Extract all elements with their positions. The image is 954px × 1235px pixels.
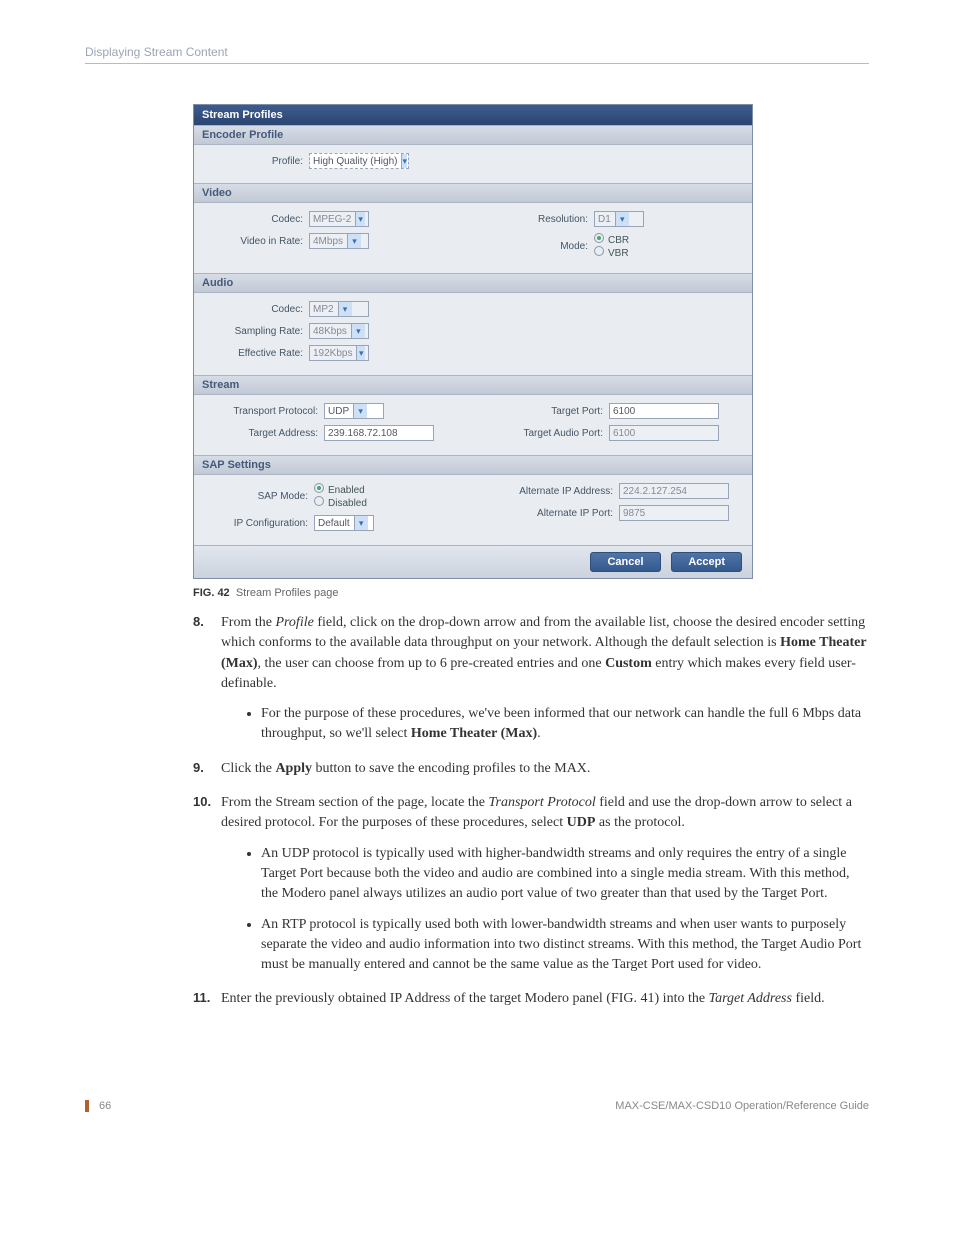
encoder-heading: Encoder Profile xyxy=(194,125,752,145)
chevron-down-icon: ▾ xyxy=(356,346,365,360)
step-8-bullet: For the purpose of these procedures, we'… xyxy=(261,704,869,745)
mode-vbr-radio[interactable] xyxy=(594,246,604,256)
altport-label: Alternate IP Port: xyxy=(493,508,613,519)
altip-input[interactable]: 224.2.127.254 xyxy=(619,483,729,499)
audio-codec-label: Codec: xyxy=(208,304,303,315)
video-rate-select[interactable]: 4Mbps▾ xyxy=(309,233,369,249)
chevron-down-icon: ▾ xyxy=(353,404,367,418)
altip-label: Alternate IP Address: xyxy=(493,486,613,497)
stream-heading: Stream xyxy=(194,375,752,395)
sap-disabled-label: Disabled xyxy=(328,498,367,509)
chevron-down-icon: ▾ xyxy=(401,154,407,168)
video-codec-select[interactable]: MPEG-2▾ xyxy=(309,211,369,227)
effective-select[interactable]: 192Kbps▾ xyxy=(309,345,369,361)
chevron-down-icon: ▾ xyxy=(354,516,368,530)
transport-select[interactable]: UDP▾ xyxy=(324,403,384,419)
targetaudport-label: Target Audio Port: xyxy=(493,428,603,439)
targetaudport-input[interactable]: 6100 xyxy=(609,425,719,441)
stream-profiles-panel: Stream Profiles Encoder Profile Profile:… xyxy=(193,104,753,579)
breadcrumb: Displaying Stream Content xyxy=(85,45,869,59)
sapmode-label: SAP Mode: xyxy=(208,491,308,502)
video-rate-label: Video in Rate: xyxy=(208,236,303,247)
page-number: 66 xyxy=(99,1100,111,1112)
targetport-label: Target Port: xyxy=(493,406,603,417)
sampling-label: Sampling Rate: xyxy=(208,326,303,337)
chevron-down-icon: ▾ xyxy=(338,302,352,316)
panel-buttons: Cancel Accept xyxy=(194,545,752,578)
profile-label: Profile: xyxy=(208,156,303,167)
audio-heading: Audio xyxy=(194,273,752,293)
chevron-down-icon: ▾ xyxy=(355,212,365,226)
ipconfig-label: IP Configuration: xyxy=(208,518,308,529)
cancel-button[interactable]: Cancel xyxy=(590,552,660,572)
ipconfig-select[interactable]: Default▾ xyxy=(314,515,374,531)
effective-label: Effective Rate: xyxy=(208,348,303,359)
step-10: 10. From the Stream section of the page,… xyxy=(193,793,869,975)
step-9: 9. Click the Apply button to save the en… xyxy=(193,759,869,779)
resolution-select[interactable]: D1▾ xyxy=(594,211,644,227)
profile-select[interactable]: High Quality (High)▾ xyxy=(309,153,409,169)
sap-heading: SAP Settings xyxy=(194,455,752,475)
doc-title: MAX-CSE/MAX-CSD10 Operation/Reference Gu… xyxy=(615,1100,869,1112)
targetaddr-input[interactable]: 239.168.72.108 xyxy=(324,425,434,441)
audio-codec-select[interactable]: MP2▾ xyxy=(309,301,369,317)
resolution-label: Resolution: xyxy=(493,214,588,225)
mode-cbr-radio[interactable] xyxy=(594,233,604,243)
sap-disabled-radio[interactable] xyxy=(314,496,324,506)
step-8: 8. From the Profile field, click on the … xyxy=(193,613,869,745)
transport-label: Transport Protocol: xyxy=(208,406,318,417)
sampling-select[interactable]: 48Kbps▾ xyxy=(309,323,369,339)
chevron-down-icon: ▾ xyxy=(615,212,629,226)
mode-cbr-label: CBR xyxy=(608,235,629,246)
step-11: 11. Enter the previously obtained IP Add… xyxy=(193,989,869,1009)
sap-enabled-radio[interactable] xyxy=(314,483,324,493)
sap-enabled-label: Enabled xyxy=(328,485,365,496)
step-10-bullet-1: An UDP protocol is typically used with h… xyxy=(261,844,869,905)
targetport-input[interactable]: 6100 xyxy=(609,403,719,419)
chevron-down-icon: ▾ xyxy=(347,234,361,248)
figure-caption: FIG. 42 Stream Profiles page xyxy=(193,587,869,599)
accept-button[interactable]: Accept xyxy=(671,552,742,572)
altport-input[interactable]: 9875 xyxy=(619,505,729,521)
video-codec-label: Codec: xyxy=(208,214,303,225)
page-footer: 66 MAX-CSE/MAX-CSD10 Operation/Reference… xyxy=(85,1100,869,1112)
panel-title: Stream Profiles xyxy=(194,105,752,125)
header-rule xyxy=(85,63,869,64)
step-10-bullet-2: An RTP protocol is typically used both w… xyxy=(261,915,869,976)
targetaddr-label: Target Address: xyxy=(208,428,318,439)
video-heading: Video xyxy=(194,183,752,203)
mode-vbr-label: VBR xyxy=(608,248,629,259)
mode-label: Mode: xyxy=(493,241,588,252)
chevron-down-icon: ▾ xyxy=(351,324,365,338)
